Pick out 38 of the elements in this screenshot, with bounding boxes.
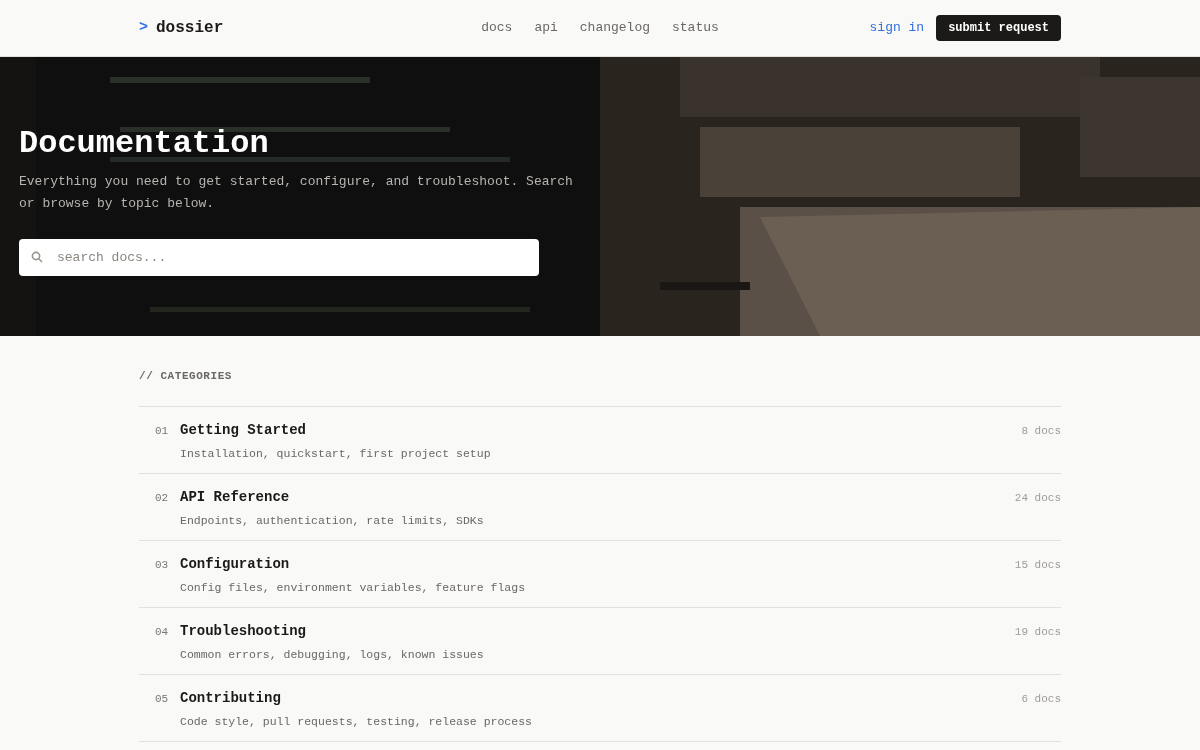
sign-in-link[interactable]: sign in xyxy=(869,18,925,38)
category-title: Troubleshooting xyxy=(180,621,308,640)
category-description: Config files, environment variables, feature flags xyxy=(180,579,527,596)
category-description: Common errors, debugging, logs, known issues xyxy=(180,646,485,663)
category-title: Contributing xyxy=(180,688,282,707)
doc-count: 19 docs xyxy=(1014,624,1061,640)
nav-link[interactable]: status xyxy=(672,18,719,38)
doc-count: 15 docs xyxy=(1014,557,1061,573)
category-number: 01 xyxy=(155,423,170,439)
nav-link[interactable]: changelog xyxy=(579,18,650,38)
doc-count: 6 docs xyxy=(1021,691,1061,707)
category-row[interactable]: 04 Troubleshooting Common errors, debugging, logs, known issues 19 docs xyxy=(139,607,1061,675)
prompt-icon: > xyxy=(139,16,148,40)
category-row[interactable]: 03 Configuration Config files, environment variables, feature flags 15 docs xyxy=(139,540,1061,608)
category-row[interactable]: 05 Contributing Code style, pull requests, testing, release process 6 docs xyxy=(139,674,1061,742)
category-row[interactable]: 01 Getting Started Installation, quickstart, first project setup 8 docs xyxy=(139,406,1061,474)
category-title: API Reference xyxy=(180,487,291,506)
page-title: Documentation xyxy=(19,125,270,163)
hero-subtitle: Everything you need to get started, configure, and troubleshoot. Search or browse by topic below. xyxy=(19,173,574,213)
nav-link[interactable]: api xyxy=(534,18,558,38)
category-description: Endpoints, authentication, rate limits, SDKs xyxy=(180,512,485,529)
category-description: Installation, quickstart, first project setup xyxy=(180,445,492,462)
category-row[interactable]: 02 API Reference Endpoints, authentication, rate limits, SDKs 24 docs xyxy=(139,473,1061,541)
submit-request-button[interactable]: submit request xyxy=(936,15,1061,41)
category-number: 05 xyxy=(155,691,170,707)
doc-count: 8 docs xyxy=(1021,423,1061,439)
doc-count: 24 docs xyxy=(1014,490,1061,506)
logo[interactable]: dossier xyxy=(156,16,224,40)
category-number: 03 xyxy=(155,557,170,573)
category-number: 04 xyxy=(155,624,170,640)
category-number: 02 xyxy=(155,490,170,506)
section-heading: // CATEGORIES xyxy=(139,369,233,384)
nav-link[interactable]: docs xyxy=(481,18,513,38)
category-title: Getting Started xyxy=(180,420,308,439)
category-description: Code style, pull requests, testing, release process xyxy=(180,713,533,730)
category-title: Configuration xyxy=(180,554,291,573)
search-field[interactable]: search docs... xyxy=(19,239,539,276)
search-icon xyxy=(31,251,43,263)
